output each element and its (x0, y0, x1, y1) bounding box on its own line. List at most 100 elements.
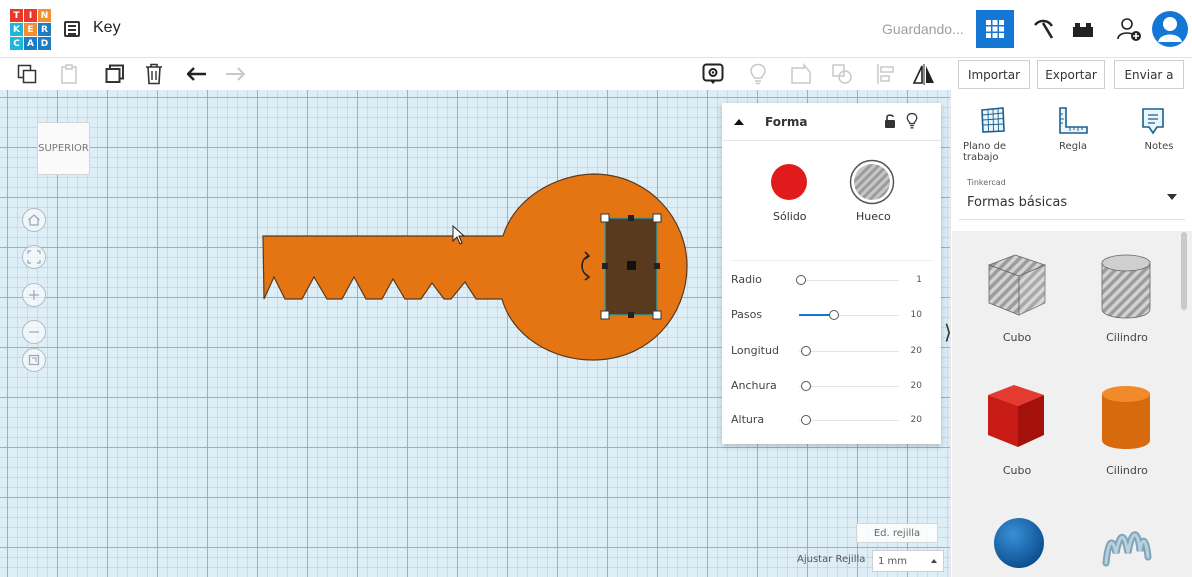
undo-button[interactable] (184, 61, 210, 87)
design-title[interactable]: Key (93, 19, 121, 37)
design-list-icon[interactable] (64, 21, 80, 37)
shapes-panel: Plano de trabajo Regla Notes Tinkercad F… (950, 90, 1192, 577)
shape-name: Cubo (1002, 464, 1032, 477)
caret-down-icon (1167, 194, 1177, 200)
prop-value[interactable]: 20 (911, 346, 922, 356)
notes-icon (1142, 108, 1164, 135)
prop-value[interactable]: 20 (911, 381, 922, 391)
comment-eye-icon (702, 63, 724, 84)
codeblocks-button[interactable] (1024, 10, 1062, 48)
save-status: Guardando... (882, 21, 964, 37)
ungroup-button[interactable] (829, 61, 855, 87)
prop-value[interactable]: 1 (916, 275, 922, 285)
export-button[interactable]: Exportar (1037, 60, 1105, 89)
avatar-icon (1152, 11, 1188, 47)
align-icon (877, 64, 894, 84)
invite-user-button[interactable] (1110, 10, 1148, 48)
undo-icon (187, 67, 206, 81)
redo-icon (226, 67, 245, 81)
redo-button[interactable] (222, 61, 248, 87)
lightbulb-icon[interactable] (906, 112, 918, 130)
shape-name: Cubo (1002, 331, 1032, 344)
logo-letter: D (38, 37, 51, 50)
inspector-header: Forma (722, 103, 941, 141)
width-slider-knob[interactable] (801, 381, 811, 391)
logo-letter: T (10, 9, 23, 22)
tinkercad-editor: T I N K E R C A D Key Guardando... Impor… (0, 0, 1192, 577)
ungroup-icon (832, 64, 852, 84)
logo-letter: N (38, 9, 51, 22)
steps-slider-fill (799, 314, 832, 316)
hole-box[interactable] (600, 213, 662, 320)
tool-label: Regla (1059, 141, 1087, 152)
prop-label: Pasos (731, 308, 763, 321)
prop-label: Altura (731, 413, 765, 426)
length-slider-knob[interactable] (801, 346, 811, 356)
mirror-button[interactable] (911, 61, 937, 87)
align-button[interactable] (873, 61, 899, 87)
shape-name: Cilindro (1106, 464, 1148, 477)
collapse-icon[interactable] (733, 118, 745, 126)
shape-name: Cilindro (1106, 331, 1148, 344)
lock-icon[interactable] (884, 113, 896, 129)
shape-inspector: Forma Sólido Hueco Radio 1 Pasos 10 Long… (722, 103, 941, 444)
logo-letter: E (24, 23, 37, 36)
workplane-icon (981, 107, 1005, 133)
prop-track[interactable] (799, 351, 899, 352)
app-header: T I N K E R C A D Key Guardando... (0, 0, 1192, 58)
bricks-button[interactable] (1064, 10, 1102, 48)
logo-letter: R (38, 23, 51, 36)
inspector-divider (731, 260, 932, 261)
delete-button[interactable] (141, 61, 167, 87)
hole-label: Hueco (856, 210, 891, 223)
profile-avatar[interactable] (1150, 9, 1190, 49)
box-icon (988, 385, 1044, 447)
tool-label: Plano de trabajo (963, 141, 1007, 163)
notes-toggle-button[interactable] (700, 61, 726, 87)
logo-letter: K (10, 23, 23, 36)
snap-grid-value: 1 mm (878, 555, 908, 567)
cylinder-hole-icon (1101, 254, 1151, 319)
tinkercad-logo[interactable]: T I N K E R C A D (10, 9, 52, 51)
shape-panel-scrollbar[interactable] (1181, 232, 1187, 310)
copy-button[interactable] (14, 61, 40, 87)
scribble-icon (1102, 531, 1152, 567)
duplicate-icon (105, 64, 124, 83)
group-icon (791, 63, 811, 84)
light-button[interactable] (745, 61, 771, 87)
copy-icon (17, 64, 37, 84)
sphere-icon (994, 518, 1044, 568)
library-caption: Tinkercad (967, 178, 1006, 187)
height-slider-knob[interactable] (801, 415, 811, 425)
logo-letter: I (24, 9, 37, 22)
prop-track[interactable] (799, 280, 899, 281)
hole-swatch[interactable] (849, 159, 895, 205)
solid-swatch[interactable] (770, 163, 808, 201)
steps-slider-knob[interactable] (829, 310, 839, 320)
brick-icon (1073, 23, 1093, 37)
view-3d-button[interactable] (976, 10, 1014, 48)
solid-label: Sólido (773, 210, 807, 223)
ruler-icon (1059, 107, 1088, 134)
import-button[interactable]: Importar (958, 60, 1030, 89)
edit-toolbar: Importar Exportar Enviar a (0, 58, 1192, 90)
paste-button[interactable] (56, 61, 82, 87)
logo-letter: C (10, 37, 23, 50)
prop-track[interactable] (799, 420, 899, 421)
send-to-button[interactable]: Enviar a (1114, 60, 1184, 89)
grid-icon (986, 20, 1004, 38)
radio-slider-knob[interactable] (796, 275, 806, 285)
duplicate-button[interactable] (102, 61, 128, 87)
mirror-icon (912, 64, 934, 85)
snap-grid-label: Ajustar Rejilla (797, 554, 866, 565)
prop-value[interactable]: 10 (911, 310, 922, 320)
pickaxe-icon (1034, 19, 1054, 39)
shape-library-select[interactable]: Tinkercad Formas básicas (959, 174, 1185, 220)
group-button[interactable] (788, 61, 814, 87)
paste-icon (61, 64, 77, 84)
snap-grid-select[interactable]: 1 mm (872, 550, 944, 572)
prop-value[interactable]: 20 (911, 415, 922, 425)
edit-grid-button[interactable]: Ed. rejilla (856, 523, 938, 543)
box-hole-icon (987, 254, 1047, 316)
prop-track[interactable] (799, 386, 899, 387)
